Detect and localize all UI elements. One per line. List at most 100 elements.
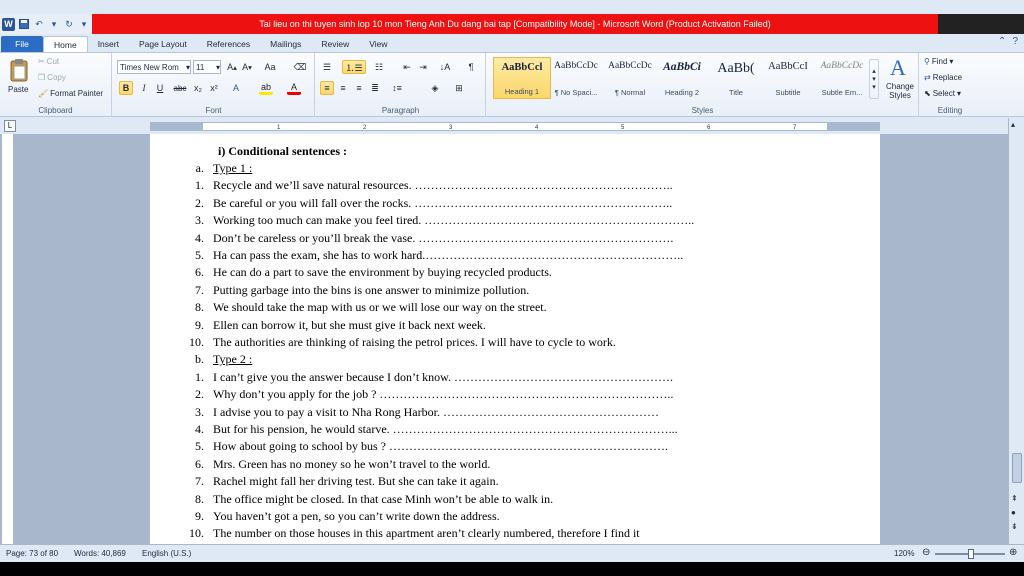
- style-title[interactable]: AaBb(Title: [707, 57, 765, 99]
- tab-file[interactable]: File: [1, 36, 43, 52]
- copy-button[interactable]: ❐ Copy: [38, 73, 66, 82]
- cut-button[interactable]: ✂ Cut: [38, 57, 59, 66]
- numbering-icon[interactable]: ⒈☰: [342, 60, 366, 74]
- horizontal-ruler: L 1 2 3 4 5 6 7: [0, 118, 1024, 134]
- bullets-icon[interactable]: ☰: [320, 60, 334, 74]
- list-number: 2.: [195, 195, 204, 210]
- vertical-scrollbar[interactable]: ▴ ⇞ ● ⇟: [1008, 118, 1024, 544]
- align-center-icon[interactable]: ≡: [336, 81, 350, 95]
- bold-button[interactable]: B: [119, 81, 133, 95]
- list-number: 9.: [195, 317, 204, 332]
- tab-page-layout[interactable]: Page Layout: [129, 36, 197, 52]
- strikethrough-button[interactable]: abc: [173, 81, 187, 95]
- list-number: 1.: [195, 178, 204, 193]
- increase-indent-icon[interactable]: ⇥: [416, 60, 430, 74]
- replace-button[interactable]: ⇄ Replace: [924, 73, 962, 82]
- line-spacing-icon[interactable]: ↕≡: [390, 81, 404, 95]
- tab-review[interactable]: Review: [311, 36, 359, 52]
- undo-dropdown-icon[interactable]: ▾: [48, 18, 60, 30]
- style-heading-1[interactable]: AaBbCcl Heading 1: [493, 57, 551, 99]
- document-page[interactable]: i) Conditional sentences : a. Type 1 : 1. R…: [150, 134, 880, 544]
- zoom-in-icon[interactable]: ⊕: [1009, 547, 1017, 558]
- styles-scroll[interactable]: ▴ ▾ ▾: [869, 59, 879, 99]
- document-area: i) Conditional sentences : a. Type 1 : 1. R…: [0, 134, 1008, 544]
- list-text: He can do a part to save the environment…: [213, 265, 552, 280]
- ruler-right-margin: [827, 123, 879, 130]
- font-family-select[interactable]: Times New Rom ▾: [117, 60, 191, 74]
- highlight-color-icon[interactable]: ab: [259, 81, 273, 95]
- list-number: 7.: [195, 474, 204, 489]
- style-subtle-emphasis[interactable]: AaBbCcDc Subtle Em...: [813, 57, 871, 99]
- multilevel-list-icon[interactable]: ☷: [372, 60, 386, 74]
- word-count[interactable]: Words: 40,869: [74, 549, 126, 558]
- decrease-indent-icon[interactable]: ⇤: [400, 60, 414, 74]
- style-heading-2[interactable]: AaBbCi Heading 2: [653, 57, 711, 99]
- align-left-icon[interactable]: ≡: [320, 81, 334, 95]
- list-text: But for his pension, he would starve. ………: [213, 422, 678, 436]
- language-indicator[interactable]: English (U.S.): [142, 549, 191, 558]
- shading-icon[interactable]: ◈: [428, 81, 442, 95]
- style-no-spacing[interactable]: AaBbCcDc ¶ No Spaci...: [547, 57, 605, 99]
- grow-font-icon[interactable]: A ▴: [225, 60, 239, 74]
- zoom-out-icon[interactable]: ⊖: [922, 547, 930, 558]
- minimize-ribbon-icon[interactable]: ⌃: [998, 36, 1006, 47]
- font-color-icon[interactable]: A: [287, 81, 301, 95]
- tab-insert[interactable]: Insert: [88, 36, 129, 52]
- style-name: Heading 1: [504, 87, 540, 96]
- list-number: 6.: [195, 265, 204, 280]
- change-styles-button[interactable]: Change Styles: [883, 82, 917, 100]
- zoom-slider-knob[interactable]: [968, 549, 974, 559]
- paste-button[interactable]: Paste: [8, 85, 28, 94]
- list-text: Recycle and we’ll save natural resources…: [213, 178, 673, 193]
- tab-references[interactable]: References: [197, 36, 260, 52]
- undo-icon[interactable]: ↶: [33, 18, 45, 30]
- italic-button[interactable]: I: [137, 81, 151, 95]
- find-button[interactable]: ⚲ Find ▾: [924, 57, 953, 66]
- save-icon[interactable]: [18, 18, 30, 30]
- help-icon[interactable]: ?: [1012, 36, 1018, 47]
- tab-view[interactable]: View: [359, 36, 397, 52]
- previous-page-icon[interactable]: ⇞: [1011, 494, 1018, 503]
- font-size-select[interactable]: 11 ▾: [193, 60, 221, 74]
- change-styles-icon[interactable]: A: [885, 55, 911, 81]
- page-count[interactable]: Page: 73 of 80: [6, 549, 58, 558]
- group-clipboard: Paste ✂ Cut ❐ Copy 🖌 Format Painter Clipboa…: [0, 53, 112, 117]
- vertical-ruler[interactable]: [2, 134, 14, 544]
- style-sample: AaBbCcI: [768, 61, 808, 72]
- scroll-up-icon[interactable]: ▴: [1011, 120, 1015, 129]
- brush-icon: 🖌: [38, 89, 49, 98]
- redo-icon[interactable]: ↻: [63, 18, 75, 30]
- clear-formatting-icon[interactable]: ⌫: [293, 60, 307, 74]
- find-label: Find: [931, 57, 948, 66]
- browse-object-icon[interactable]: ●: [1011, 508, 1016, 517]
- zoom-level[interactable]: 120%: [894, 549, 914, 558]
- word-app-icon[interactable]: W: [2, 17, 15, 31]
- shrink-font-icon[interactable]: A ▾: [240, 60, 254, 74]
- justify-icon[interactable]: ≣: [368, 81, 382, 95]
- list-text: You haven’t got a pen, so you can’t writ…: [213, 509, 500, 523]
- change-case-icon[interactable]: Aa: [263, 60, 277, 74]
- paste-icon[interactable]: [8, 57, 30, 83]
- style-subtitle[interactable]: AaBbCcI Subtitle: [759, 57, 817, 99]
- style-normal[interactable]: AaBbCcDc ¶ Normal: [601, 57, 659, 99]
- select-button[interactable]: ⬉ Select ▾: [924, 89, 961, 98]
- align-right-icon[interactable]: ≡: [352, 81, 366, 95]
- tab-mailings[interactable]: Mailings: [260, 36, 311, 52]
- scroll-thumb[interactable]: [1012, 453, 1022, 483]
- format-painter-button[interactable]: 🖌 Format Painter: [38, 89, 103, 98]
- underline-button[interactable]: U: [153, 81, 167, 95]
- superscript-button[interactable]: x²: [207, 81, 221, 95]
- list-number: 5.: [195, 439, 204, 454]
- next-page-icon[interactable]: ⇟: [1011, 522, 1018, 531]
- ruler-bar[interactable]: 1 2 3 4 5 6 7: [150, 122, 880, 131]
- font-family-value: Times New Rom: [120, 62, 179, 72]
- show-formatting-icon[interactable]: ¶: [464, 60, 478, 74]
- text-effects-icon[interactable]: A: [229, 81, 243, 95]
- subscript-button[interactable]: x₂: [191, 81, 205, 95]
- list-number: 2.: [195, 387, 204, 402]
- customize-qat-icon[interactable]: ▾: [78, 18, 90, 30]
- borders-icon[interactable]: ⊞: [452, 81, 466, 95]
- tab-home[interactable]: Home: [43, 36, 88, 52]
- sort-icon[interactable]: ↓A: [438, 60, 452, 74]
- tab-selector[interactable]: L: [4, 120, 16, 132]
